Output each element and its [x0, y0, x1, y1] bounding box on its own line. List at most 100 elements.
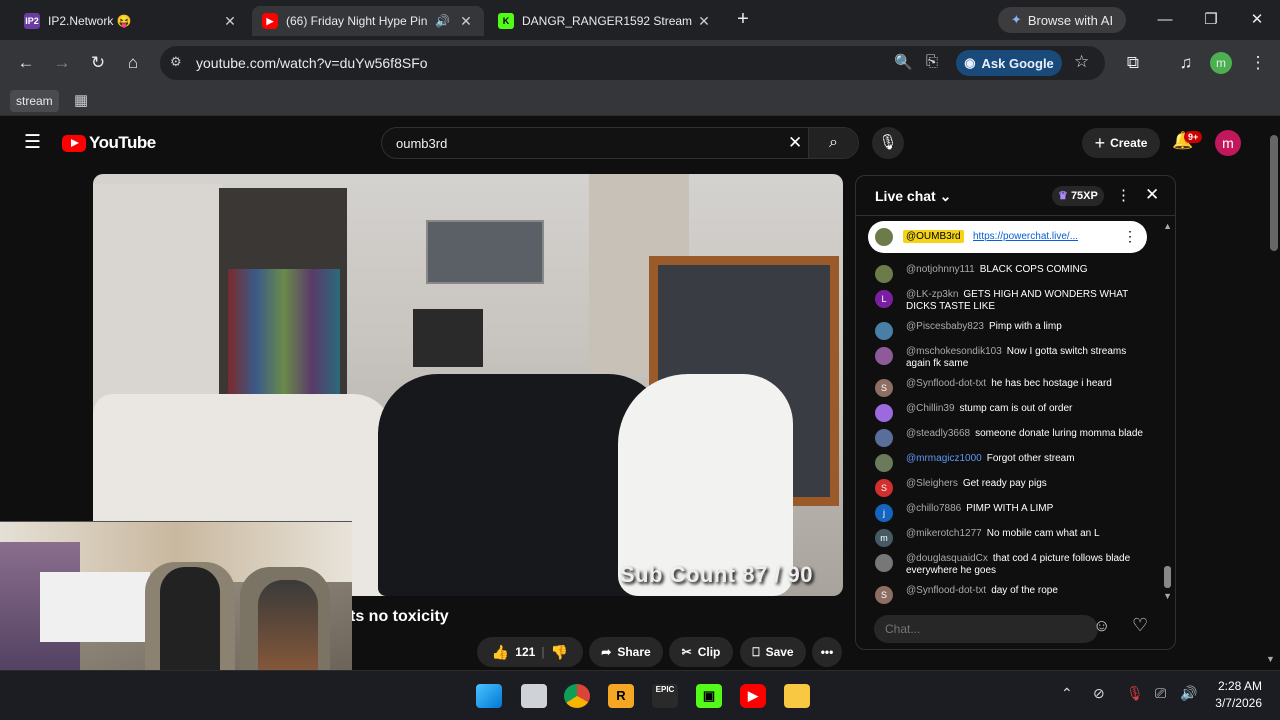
chat-username[interactable]: @mschokesondik103 [906, 346, 1002, 357]
chat-avatar[interactable]: S [875, 379, 893, 397]
pinned-more-icon[interactable]: ⋮ [1123, 228, 1137, 245]
emoji-icon[interactable]: ☺ [1093, 616, 1110, 636]
chat-avatar[interactable] [875, 554, 893, 572]
account-avatar[interactable]: m [1215, 130, 1241, 156]
chat-message[interactable]: @Piscesbaby823 Pimp with a limp [856, 317, 1156, 342]
chat-avatar[interactable] [875, 265, 893, 283]
chat-message[interactable]: j @chillo7886 PIMP WITH A LIMP [856, 499, 1156, 524]
reload-icon[interactable]: ↻ [86, 51, 110, 75]
chat-avatar[interactable]: m [875, 529, 893, 547]
chat-avatar[interactable]: S [875, 479, 893, 497]
chat-input-box[interactable] [874, 615, 1098, 643]
clear-search-icon[interactable]: ✕ [788, 133, 802, 153]
like-thumb-icon[interactable]: 👍 [492, 644, 509, 661]
chat-username[interactable]: @Synflood-dot-txt [906, 585, 986, 596]
pinned-link[interactable]: https://powerchat.live/... [973, 231, 1078, 242]
chat-username[interactable]: @LK-zp3kn [906, 289, 958, 300]
voice-search-mic-icon[interactable]: 🎙 [872, 127, 904, 159]
apps-grid-icon[interactable]: ▦ [74, 91, 88, 109]
xp-badge[interactable]: ♛ 75XP [1052, 186, 1104, 206]
windows-start-icon[interactable] [476, 684, 502, 708]
microphone-in-use-icon[interactable]: 🎙 [1126, 685, 1144, 702]
youtube-app-icon[interactable]: ▶ [740, 684, 766, 708]
browse-with-ai-button[interactable]: ✦ Browse with AI [998, 7, 1126, 33]
search-box[interactable]: oumb3rd ✕ ⌕ [381, 127, 859, 159]
chat-scrollbar[interactable] [1164, 566, 1171, 588]
volume-icon[interactable]: 🔊 [1180, 685, 1197, 702]
chat-mode-dropdown[interactable]: Live chat ⌄ [875, 188, 951, 205]
more-actions-button[interactable]: ••• [812, 637, 842, 667]
chat-message[interactable]: S @Synflood-dot-txt day of the rope [856, 581, 1156, 606]
chat-username[interactable]: @steadly3668 [906, 428, 970, 439]
chat-avatar[interactable] [875, 347, 893, 365]
rockstar-launcher-icon[interactable]: R [608, 684, 634, 708]
chat-message[interactable]: S @Synflood-dot-txt he has bec hostage i h… [856, 374, 1156, 399]
chat-username[interactable]: @mikerotch1277 [906, 528, 982, 539]
chat-message[interactable]: m @mikerotch1277 No mobile cam what an L [856, 524, 1156, 549]
show-hidden-icons-chevron-icon[interactable]: ⌃ [1061, 685, 1073, 702]
tab-close-icon[interactable]: ✕ [222, 13, 238, 30]
minimize-icon[interactable]: — [1150, 8, 1180, 32]
chat-message[interactable]: S @Sleighers Get ready pay pigs [856, 474, 1156, 499]
chat-close-icon[interactable]: ✕ [1145, 185, 1159, 205]
tab-close-icon[interactable]: ✕ [696, 13, 712, 30]
page-scroll-down-icon[interactable]: ▼ [1266, 654, 1275, 664]
chat-avatar[interactable]: L [875, 290, 893, 308]
chat-message[interactable]: @notjohnny111 BLACK COPS COMING [856, 260, 1156, 285]
file-explorer-icon[interactable] [784, 684, 810, 708]
chat-message[interactable]: @mrmagicz1000 Forgot other stream [856, 449, 1156, 474]
chat-username[interactable]: @notjohnny111 [906, 264, 975, 275]
heart-icon[interactable]: ♡ [1132, 615, 1148, 636]
kick-app-icon[interactable]: ▣ [696, 684, 722, 708]
chat-avatar[interactable]: j [875, 504, 893, 522]
bookmark-stream[interactable]: stream [10, 90, 59, 112]
install-app-icon[interactable]: ⎘ [926, 53, 938, 70]
chat-username[interactable]: @mrmagicz1000 [906, 453, 982, 464]
like-count[interactable]: 121 [515, 645, 535, 659]
wifi-network-icon[interactable]: ⎚ [1155, 685, 1166, 702]
chat-message[interactable]: L @LK-zp3kn GETS HIGH AND WONDERS WHAT DIC… [856, 285, 1156, 317]
browser-menu-icon[interactable]: ⋮ [1246, 51, 1270, 75]
site-info-icon[interactable]: ⚙ [170, 54, 182, 70]
chat-username[interactable]: @Synflood-dot-txt [906, 378, 986, 389]
search-input[interactable]: oumb3rd [396, 136, 447, 151]
chat-username[interactable]: @Sleighers [906, 478, 958, 489]
youtube-logo[interactable]: YouTube [62, 133, 156, 153]
zoom-icon[interactable]: 🔍 [894, 53, 913, 71]
chat-username[interactable]: @chillo7886 [906, 503, 961, 514]
tab-search-icon[interactable]: ⧉ [1121, 51, 1145, 75]
chrome-icon[interactable] [564, 684, 590, 708]
chat-message[interactable]: @mschokesondik103 Now I gotta switch stre… [856, 342, 1156, 374]
dislike-thumb-icon[interactable]: 👎 [551, 644, 568, 661]
address-bar[interactable]: ⚙ youtube.com/watch?v=duYw56f8SFo 🔍 ⎘ ◉ … [160, 46, 1105, 80]
audio-playing-icon[interactable]: 🔊 [435, 14, 450, 28]
media-controls-icon[interactable]: ♫ [1174, 51, 1198, 75]
restore-icon[interactable]: ❐ [1196, 8, 1226, 32]
network-off-icon[interactable]: ⊘ [1093, 685, 1105, 702]
chat-avatar[interactable] [875, 404, 893, 422]
chat-more-options-icon[interactable]: ⋮ [1116, 186, 1131, 204]
task-view-icon[interactable] [521, 684, 547, 708]
chat-username[interactable]: @Chillin39 [906, 403, 955, 414]
profile-avatar[interactable]: m [1210, 52, 1232, 74]
clip-button[interactable]: ✂ Clip [669, 637, 733, 667]
scroll-down-icon[interactable]: ▼ [1163, 591, 1172, 601]
chat-message[interactable]: @steadly3668 someone donate luring momma … [856, 424, 1156, 449]
save-button[interactable]: ⎕ Save [740, 637, 806, 667]
scroll-up-icon[interactable]: ▲ [1163, 221, 1172, 231]
tab-close-icon[interactable]: ✕ [458, 13, 474, 30]
chat-username[interactable]: @Piscesbaby823 [906, 321, 984, 332]
chat-username[interactable]: @douglasquaidCx [906, 553, 988, 564]
chat-avatar[interactable] [875, 322, 893, 340]
url-text[interactable]: youtube.com/watch?v=duYw56f8SFo [196, 55, 428, 71]
hamburger-menu-icon[interactable]: ☰ [24, 131, 41, 154]
create-button[interactable]: + Create [1082, 128, 1160, 158]
search-button[interactable]: ⌕ [808, 128, 858, 158]
chat-avatar[interactable]: S [875, 586, 893, 604]
chat-avatar[interactable] [875, 454, 893, 472]
page-scrollbar[interactable] [1270, 135, 1278, 251]
bookmark-star-icon[interactable]: ☆ [1074, 52, 1089, 72]
tab-ip2-network[interactable]: IP2 IP2.Network 😝 ✕ [14, 6, 248, 36]
chat-message[interactable]: @douglasquaidCx that cod 4 picture follow… [856, 549, 1156, 581]
chat-message[interactable]: @Chillin39 stump cam is out of order [856, 399, 1156, 424]
